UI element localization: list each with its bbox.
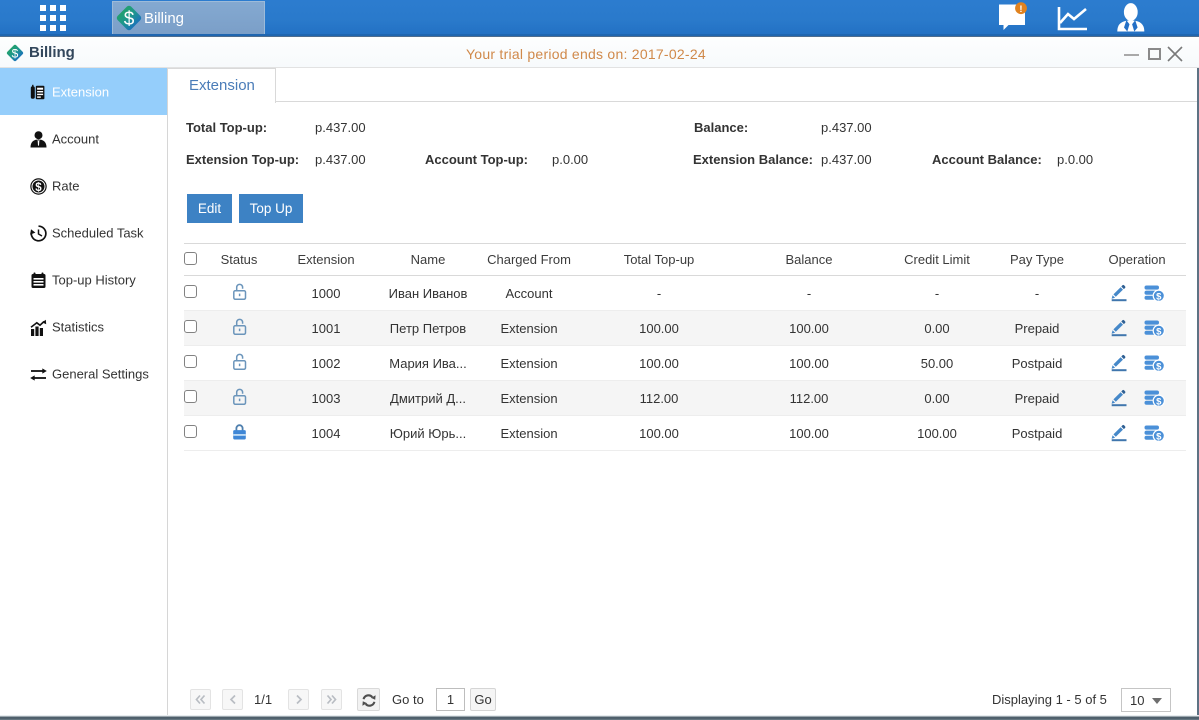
svg-text:$: $ [12, 47, 19, 61]
svg-text:$: $ [35, 182, 42, 194]
svg-text:$: $ [124, 9, 135, 30]
svg-text:!: ! [1019, 4, 1022, 15]
